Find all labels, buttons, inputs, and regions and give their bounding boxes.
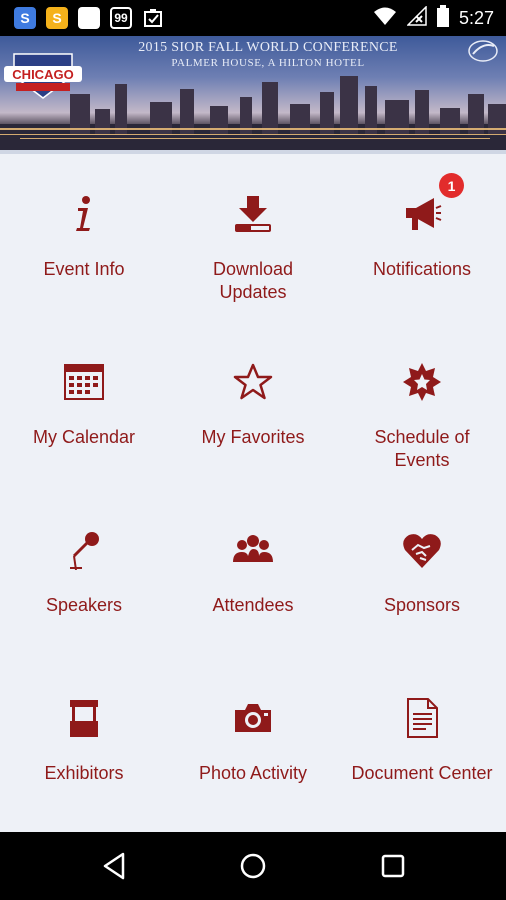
svg-text:CHICAGO: CHICAGO bbox=[12, 67, 73, 82]
wifi-icon bbox=[373, 6, 397, 31]
menu-label: Schedule of Events bbox=[374, 427, 470, 470]
info-icon bbox=[64, 194, 104, 234]
menu-label: Event Info bbox=[43, 259, 125, 279]
star-icon bbox=[233, 362, 273, 402]
document-icon bbox=[402, 698, 442, 738]
menu-my-calendar[interactable]: My Calendar bbox=[0, 322, 168, 490]
menu-photo-activity[interactable]: Photo Activity bbox=[169, 658, 337, 826]
menu-notifications[interactable]: Notifications bbox=[338, 154, 506, 322]
conference-banner: 2015 SIOR FALL WORLD CONFERENCE PALMER H… bbox=[0, 36, 506, 154]
menu-label: Notifications bbox=[372, 259, 472, 279]
count-icon: 99 bbox=[110, 7, 132, 29]
menu-download-updates[interactable]: Download Updates bbox=[169, 154, 337, 322]
menu-sponsors[interactable]: Sponsors bbox=[338, 490, 506, 658]
status-bar: S S 99 5:27 bbox=[0, 0, 506, 36]
home-icon[interactable] bbox=[235, 848, 271, 884]
menu-my-favorites[interactable]: My Favorites bbox=[169, 322, 337, 490]
menu-document-center[interactable]: Document Center bbox=[338, 658, 506, 826]
menu-grid: Event Info Download Updates Notification… bbox=[0, 154, 506, 832]
menu-event-info[interactable]: Event Info bbox=[0, 154, 168, 322]
booth-icon bbox=[64, 698, 104, 738]
microphone-icon bbox=[64, 530, 104, 570]
menu-attendees[interactable]: Attendees bbox=[169, 490, 337, 658]
menu-label: Download Updates bbox=[212, 259, 294, 302]
menu-schedule-of-events[interactable]: Schedule of Events bbox=[338, 322, 506, 490]
s-icon: S bbox=[46, 7, 68, 29]
menu-label: Document Center bbox=[351, 763, 493, 783]
chicago-badge-logo: CHICAGO bbox=[4, 53, 82, 99]
signal-icon bbox=[406, 4, 427, 31]
recents-icon[interactable] bbox=[375, 848, 411, 884]
system-nav-bar bbox=[0, 832, 506, 900]
clock-time: 5:27 bbox=[458, 7, 494, 28]
megaphone-icon bbox=[402, 194, 442, 234]
menu-label: Attendees bbox=[212, 595, 294, 615]
gear-star-icon bbox=[402, 362, 442, 402]
s-icon: S bbox=[14, 7, 36, 29]
battery-icon bbox=[436, 4, 449, 32]
menu-speakers[interactable]: Speakers bbox=[0, 490, 168, 658]
menu-exhibitors[interactable]: Exhibitors bbox=[0, 658, 168, 826]
menu-label: My Calendar bbox=[32, 427, 136, 447]
menu-label: Exhibitors bbox=[44, 763, 124, 783]
calendar-icon bbox=[64, 362, 104, 402]
notification-count-badge: 1 bbox=[439, 173, 464, 198]
download-icon bbox=[233, 194, 273, 234]
menu-label: Photo Activity bbox=[198, 763, 308, 783]
menu-label: My Favorites bbox=[201, 427, 305, 447]
square-icon bbox=[78, 7, 100, 29]
people-icon bbox=[233, 530, 273, 570]
sior-logo bbox=[468, 40, 498, 62]
heart-handshake-icon bbox=[402, 530, 442, 570]
clipboard-icon bbox=[142, 7, 164, 29]
banner-title: 2015 SIOR FALL WORLD CONFERENCE bbox=[138, 40, 398, 55]
menu-label: Speakers bbox=[45, 595, 123, 615]
banner-subtitle: PALMER HOUSE, A HILTON HOTEL bbox=[171, 57, 365, 69]
camera-icon bbox=[233, 698, 273, 738]
menu-label: Sponsors bbox=[383, 595, 461, 615]
back-icon[interactable] bbox=[96, 848, 132, 884]
